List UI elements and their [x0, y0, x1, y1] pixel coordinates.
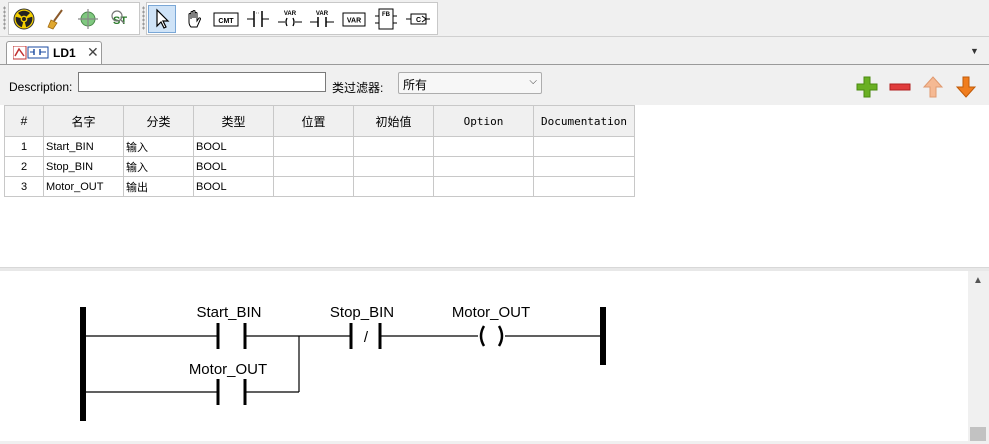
cell-documentation[interactable]	[533, 156, 635, 177]
crosshair-icon[interactable]	[74, 5, 102, 33]
chevron-down-icon: ⌵	[529, 76, 537, 87]
header-type[interactable]: 类型	[193, 105, 274, 137]
pointer-icon[interactable]	[148, 5, 176, 33]
minus-icon	[889, 83, 911, 91]
variable-icon[interactable]: VAR	[340, 5, 368, 33]
table-header-row: # 名字 分类 类型 位置 初始值 Option Documentation	[4, 105, 635, 137]
variables-table: # 名字 分类 类型 位置 初始值 Option Documentation 1…	[4, 105, 635, 197]
broom-icon[interactable]	[42, 5, 70, 33]
var-text-1: VAR	[284, 11, 297, 17]
plus-icon	[856, 76, 878, 98]
contact-stop-label: Stop_BIN	[330, 304, 394, 321]
variable-filter-bar: Description: 类过滤器: 所有 ⌵	[0, 65, 989, 105]
tab-list-dropdown-icon[interactable]: ▼	[970, 46, 979, 56]
contact-start[interactable]: Start_BIN	[196, 304, 262, 349]
cell-location[interactable]	[273, 156, 354, 177]
cell-location[interactable]	[273, 176, 354, 197]
cell-index: 2	[4, 156, 44, 177]
search-toggle-icon[interactable]: ST	[106, 5, 134, 33]
variables-table-area: # 名字 分类 类型 位置 初始值 Option Documentation 1…	[0, 105, 989, 267]
svg-text:C: C	[416, 17, 421, 24]
cell-name[interactable]: Motor_OUT	[43, 176, 124, 197]
header-option[interactable]: Option	[433, 105, 534, 137]
toolbar-group-ladder: CMT VAR VAR VAR FB C	[146, 2, 438, 35]
table-row[interactable]: 2 Stop_BIN 输入 BOOL	[4, 156, 635, 177]
header-location[interactable]: 位置	[273, 105, 354, 137]
coil-motor-output[interactable]: Motor_OUT	[452, 304, 530, 347]
cell-type[interactable]: BOOL	[193, 136, 274, 157]
tab-ld1[interactable]: LD1 ✕	[6, 41, 102, 64]
main-toolbar: ST CMT VAR VAR VAR FB C	[0, 0, 989, 37]
coil-label: Motor_OUT	[452, 304, 530, 321]
ladder-diagram-canvas[interactable]: Start_BIN Stop_BIN / Motor_OUT Motor_OUT	[0, 271, 968, 441]
function-block-icon[interactable]: FB	[372, 5, 400, 33]
move-up-button[interactable]	[921, 75, 945, 99]
remove-variable-button[interactable]	[888, 75, 912, 99]
header-name[interactable]: 名字	[43, 105, 124, 137]
toolbar-grip[interactable]	[3, 6, 6, 30]
header-index[interactable]: #	[4, 105, 44, 137]
right-power-rail[interactable]	[600, 307, 606, 365]
header-initial-value[interactable]: 初始值	[353, 105, 434, 137]
contact-hold[interactable]: Motor_OUT	[189, 361, 267, 405]
class-filter-value: 所有	[403, 78, 428, 92]
header-class[interactable]: 分类	[123, 105, 194, 137]
cell-type[interactable]: BOOL	[193, 156, 274, 177]
radiation-icon[interactable]	[10, 5, 38, 33]
left-power-rail[interactable]	[80, 307, 86, 421]
table-row[interactable]: 3 Motor_OUT 输出 BOOL	[4, 176, 635, 197]
close-icon[interactable]: ✕	[87, 44, 99, 61]
cell-option[interactable]	[433, 176, 534, 197]
scroll-thumb[interactable]	[970, 427, 986, 441]
toolbar-grip-2[interactable]	[142, 6, 145, 30]
cell-location[interactable]	[273, 136, 354, 157]
cell-documentation[interactable]	[533, 136, 635, 157]
vertical-scrollbar[interactable]: ▲	[968, 271, 989, 441]
arrow-down-icon	[955, 76, 977, 98]
description-input[interactable]	[78, 72, 326, 92]
add-variable-button[interactable]	[855, 75, 879, 99]
variable-coil-icon[interactable]: VAR	[308, 5, 336, 33]
contact-hold-label: Motor_OUT	[189, 361, 267, 378]
cell-class[interactable]: 输入	[123, 136, 194, 157]
cell-name[interactable]: Stop_BIN	[43, 156, 124, 177]
cell-name[interactable]: Start_BIN	[43, 136, 124, 157]
var-text-2: VAR	[316, 11, 329, 17]
cell-initial-value[interactable]	[353, 136, 434, 157]
fb-text: FB	[382, 12, 391, 18]
scroll-up-icon[interactable]: ▲	[973, 275, 983, 286]
cell-documentation[interactable]	[533, 176, 635, 197]
contact-stop[interactable]: Stop_BIN /	[330, 304, 394, 349]
cell-type[interactable]: BOOL	[193, 176, 274, 197]
comment-icon-text: CMT	[218, 18, 234, 25]
table-row[interactable]: 1 Start_BIN 输入 BOOL	[4, 136, 635, 157]
move-down-button[interactable]	[954, 75, 978, 99]
variable-contact-icon[interactable]: VAR	[276, 5, 304, 33]
contact-icon[interactable]	[244, 5, 272, 33]
hand-icon[interactable]	[180, 5, 208, 33]
cell-option[interactable]	[433, 136, 534, 157]
ladder-file-icon	[13, 46, 49, 60]
coil-block-icon[interactable]: C	[404, 5, 432, 33]
tab-ld1-label: LD1	[53, 46, 76, 60]
arrow-up-icon	[922, 76, 944, 98]
editor-tabbar: LD1 ✕ ▼	[0, 38, 989, 65]
contact-start-label: Start_BIN	[196, 304, 261, 321]
comment-icon[interactable]: CMT	[212, 5, 240, 33]
cell-index: 3	[4, 176, 44, 197]
description-label: Description:	[9, 80, 73, 94]
cell-initial-value[interactable]	[353, 156, 434, 177]
cell-initial-value[interactable]	[353, 176, 434, 197]
cell-class[interactable]: 输出	[123, 176, 194, 197]
header-documentation[interactable]: Documentation	[533, 105, 635, 137]
negation-symbol: /	[364, 329, 369, 346]
cell-option[interactable]	[433, 156, 534, 177]
cell-index: 1	[4, 136, 44, 157]
toolbar-group-general: ST	[8, 2, 140, 35]
ladder-diagram: Start_BIN Stop_BIN / Motor_OUT Motor_OUT	[80, 304, 606, 421]
class-filter-label: 类过滤器:	[332, 81, 384, 95]
var-text-3: VAR	[347, 18, 361, 25]
class-filter-select[interactable]: 所有 ⌵	[398, 72, 542, 94]
cell-class[interactable]: 输入	[123, 156, 194, 177]
